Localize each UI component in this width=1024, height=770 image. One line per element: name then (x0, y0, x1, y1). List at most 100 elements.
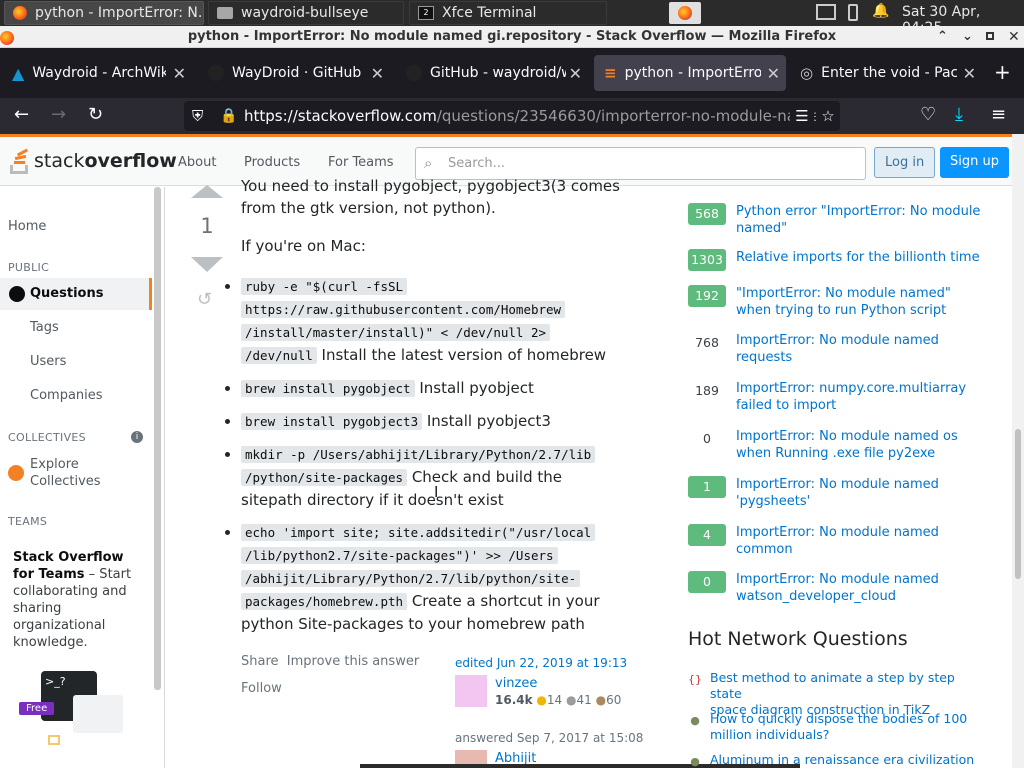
battery-icon[interactable] (848, 4, 858, 21)
related-title: ImportError: No module named (736, 477, 939, 492)
tab-archwiki[interactable]: ▲ Waydroid - ArchWiki ✕ (2, 55, 192, 91)
nav-tags[interactable]: Tags (0, 312, 152, 344)
github-icon (406, 65, 422, 81)
stackoverflow-icon: ≡ (604, 64, 617, 82)
related-title: named" (736, 221, 788, 236)
related-title: ImportError: No module named (736, 525, 939, 540)
page-scrollbar[interactable] (1012, 134, 1024, 768)
terminal-icon: 2 (418, 6, 434, 20)
shield-icon[interactable]: ⛨ (192, 101, 203, 131)
downvote-icon[interactable] (191, 257, 223, 272)
answered-time: answered Sep 7, 2017 at 15:08 (455, 731, 644, 745)
code-snippet: packages/homebrew.pth (241, 593, 408, 610)
reader-view-icon[interactable]: ☰ (790, 101, 814, 131)
lock-icon: 🔒 (220, 108, 238, 124)
related-title: ImportError: No module named os (736, 429, 958, 444)
improve-link[interactable]: Improve this answer (287, 654, 419, 669)
close-tab-icon[interactable]: ✕ (371, 64, 384, 83)
tab-stackoverflow[interactable]: ≡ python - ImportErro ✕ (594, 55, 786, 91)
nav-for-teams[interactable]: For Teams (328, 155, 394, 170)
reload-icon[interactable]: ↻ (88, 104, 103, 125)
related-title: failed to import (736, 398, 837, 413)
void-linux-icon: ◎ (800, 64, 814, 82)
window-title: python - ImportError: No module named gi… (187, 29, 837, 44)
forward-icon[interactable]: → (51, 104, 66, 125)
taskbar-files[interactable]: waydroid-bullseye (208, 1, 404, 25)
related-title: common (736, 542, 793, 557)
url-bar[interactable]: ⛨ 🔒 https://stackoverflow.com/questions/… (184, 101, 840, 131)
code-snippet: /python/site-packages (241, 469, 408, 486)
answer-count-badge: 4 (688, 524, 726, 546)
close-tab-icon[interactable]: ✕ (963, 64, 976, 83)
signup-button[interactable]: Sign up (940, 147, 1009, 178)
tab-label: python - ImportErro (624, 65, 761, 81)
hot-network-title: Hot Network Questions (688, 628, 908, 650)
firefox-icon (678, 6, 692, 20)
close-tab-icon[interactable]: ✕ (569, 64, 582, 83)
bookmark-star-icon[interactable]: ☆ (816, 101, 840, 131)
maximize-icon[interactable] (986, 32, 994, 40)
upvote-icon[interactable] (191, 185, 223, 198)
taskbar-terminal[interactable]: 2 Xfce Terminal (409, 1, 607, 25)
taskbar-firefox[interactable]: python - ImportError: N... (4, 1, 204, 25)
sidebar-scrollbar[interactable] (154, 187, 161, 690)
card-illustration-icon (73, 695, 123, 733)
answer-count-badge: 568 (688, 203, 726, 225)
tab-void[interactable]: ◎ Enter the void - Pack ✕ (790, 55, 982, 91)
new-tab-icon[interactable]: + (994, 60, 1011, 84)
unmaximize-icon[interactable]: ⌄ (962, 26, 973, 48)
login-button[interactable]: Log in (874, 147, 936, 178)
nav-home[interactable]: Home (0, 211, 152, 243)
related-title: watson_developer_cloud (736, 589, 896, 604)
nav-products[interactable]: Products (244, 155, 300, 170)
tab-label: WayDroid · GitHub (232, 65, 362, 81)
left-sidebar: Home PUBLIC Questions Tags Users Compani… (0, 187, 165, 768)
logo-text-overflow: overflow (84, 150, 177, 172)
answer-count-badge: 0 (703, 431, 711, 446)
back-icon[interactable]: ← (14, 104, 29, 125)
minimize-icon[interactable]: ⌃ (937, 26, 948, 48)
answer-count-badge: 1 (688, 476, 726, 498)
tab-label: Waydroid - ArchWiki (32, 65, 167, 81)
so-logo[interactable]: stack overflow (8, 146, 177, 176)
share-link[interactable]: Share (241, 654, 279, 669)
close-icon[interactable]: ✕ (1008, 26, 1020, 48)
follow-link[interactable]: Follow (241, 678, 282, 700)
editor-name[interactable]: vinzee (495, 675, 537, 692)
code-snippet: brew install pygobject (241, 380, 415, 397)
task-label: waydroid-bullseye (241, 5, 369, 21)
scrollbar-thumb[interactable] (1015, 429, 1021, 579)
nav-about[interactable]: About (178, 155, 216, 170)
pocket-icon[interactable]: ♡ (920, 104, 936, 125)
downloads-icon[interactable]: ⤓ (955, 104, 963, 125)
tex-site-icon: {} (688, 673, 702, 686)
tab-github-waydroid[interactable]: WayDroid · GitHub ✕ (198, 55, 390, 91)
info-icon[interactable]: i (131, 431, 143, 443)
close-tab-icon[interactable]: ✕ (173, 64, 186, 83)
workspace-switcher[interactable] (669, 2, 701, 24)
related-title: Relative imports for the billionth time (736, 250, 980, 265)
close-tab-icon[interactable]: ✕ (767, 64, 780, 83)
hot-question-title: Best method to animate a step by step st… (710, 670, 955, 701)
notification-bell-icon[interactable]: 🔔 (872, 3, 889, 19)
network-icon[interactable] (816, 4, 836, 20)
list-item: ruby -e "$(curl -fsSL https://raw.github… (225, 275, 641, 367)
menu-icon[interactable]: ≡ (991, 104, 1006, 125)
answer-count-badge: 192 (688, 285, 726, 307)
firefox-icon (0, 31, 14, 45)
nav-explore-collectives[interactable]: Explore Collectives (8, 456, 148, 490)
code-snippet: mkdir -p /Users/abhijit/Library/Python/2… (241, 446, 596, 463)
teams-desc: – Start (84, 567, 132, 582)
tab-github-repo[interactable]: GitHub - waydroid/w ✕ (396, 55, 588, 91)
avatar[interactable] (455, 675, 487, 707)
nav-users[interactable]: Users (0, 346, 152, 378)
nav-companies[interactable]: Companies (0, 380, 152, 412)
edited-link[interactable]: edited Jun 22, 2019 at 19:13 (455, 656, 627, 671)
list-item: mkdir -p /Users/abhijit/Library/Python/2… (225, 443, 641, 511)
desktop-panel: python - ImportError: N... waydroid-bull… (0, 0, 1024, 36)
nav-questions[interactable]: Questions (0, 278, 152, 310)
history-icon[interactable]: ↺ (197, 289, 212, 311)
archlinux-icon: ▲ (12, 63, 25, 83)
vote-count: 1 (200, 214, 214, 238)
collectives-icon (8, 465, 24, 481)
